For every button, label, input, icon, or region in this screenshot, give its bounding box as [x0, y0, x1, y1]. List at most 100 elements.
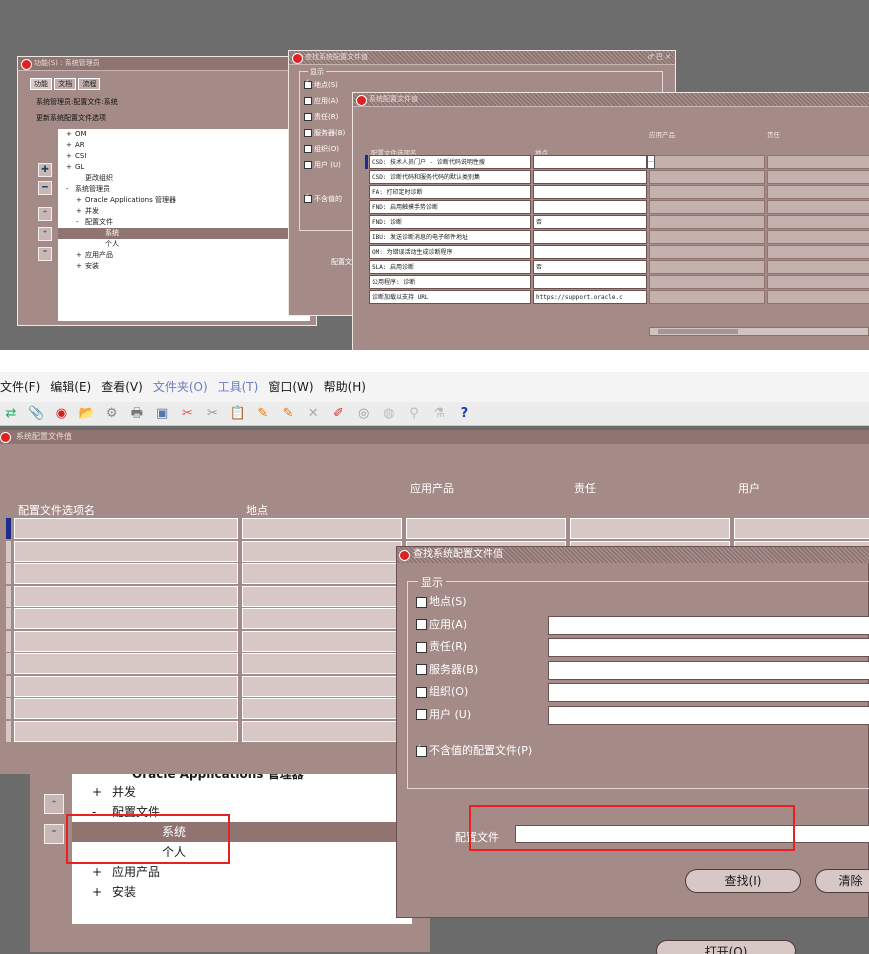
resp-value-cell[interactable]: [767, 185, 869, 199]
collapse-all-icon[interactable]: ⁼: [44, 824, 64, 844]
app-value-cell[interactable]: [649, 215, 765, 229]
tree-node-toggle[interactable]: +: [66, 129, 75, 140]
tree-node-toggle[interactable]: +: [76, 250, 85, 261]
site-value-cell[interactable]: [242, 720, 402, 742]
profile-name-cell[interactable]: [14, 563, 238, 584]
site-value-cell[interactable]: [533, 185, 647, 199]
profile-name-cell[interactable]: [14, 720, 238, 742]
lov-button[interactable]: ...: [647, 155, 655, 169]
filter-value-input[interactable]: [548, 705, 869, 725]
display-checkbox[interactable]: 责任(R): [304, 112, 345, 128]
translate-icon[interactable]: ◍: [381, 406, 397, 422]
display-checkbox[interactable]: 地点(S): [304, 78, 345, 96]
profile-name-cell[interactable]: FND: 启用触摸手势诊断: [369, 200, 531, 214]
tree-node-toggle[interactable]: +: [66, 140, 75, 151]
clear-icon[interactable]: ✎: [255, 406, 271, 422]
app-value-cell[interactable]: [649, 185, 765, 199]
tree-node[interactable]: Oracle Applications 管理器: [72, 774, 412, 782]
tree-node[interactable]: + Oracle Applications 管理器: [58, 195, 310, 206]
app-value-cell[interactable]: [649, 245, 765, 259]
resp-value-cell[interactable]: [767, 260, 869, 274]
tree-node-toggle[interactable]: -: [76, 217, 85, 228]
tree-node-toggle[interactable]: +: [92, 782, 112, 802]
resp-value-cell[interactable]: [570, 518, 730, 539]
app-value-cell[interactable]: [649, 275, 765, 289]
expand-branch-icon[interactable]: ⁺: [38, 207, 52, 221]
profile-name-cell[interactable]: [14, 518, 238, 539]
window-icon[interactable]: ▣: [154, 406, 170, 422]
site-value-cell[interactable]: 否: [533, 215, 647, 229]
folder-icon[interactable]: 📂: [79, 406, 95, 422]
help-icon[interactable]: ?: [456, 406, 472, 422]
expand-all-icon[interactable]: ⁺: [38, 227, 52, 241]
collapse-icon[interactable]: ━: [38, 181, 52, 195]
profile-name-cell[interactable]: [14, 653, 238, 674]
scrollbar-thumb[interactable]: [658, 329, 738, 334]
tree-node[interactable]: + 安装: [72, 882, 412, 902]
row-selector[interactable]: [6, 585, 11, 607]
tree-node[interactable]: + 并发: [72, 782, 412, 802]
tree-node[interactable]: + CSI: [58, 151, 310, 162]
menu-item[interactable]: 查看(V): [101, 380, 143, 394]
tree-node[interactable]: + AR: [58, 140, 310, 151]
zoom-icon[interactable]: ◎: [356, 406, 372, 422]
site-value-cell[interactable]: [242, 563, 402, 584]
row-selector[interactable]: [6, 675, 11, 697]
row-selector[interactable]: [6, 608, 11, 629]
site-value-cell[interactable]: [242, 630, 402, 652]
resp-value-cell[interactable]: [767, 215, 869, 229]
app-value-cell[interactable]: [649, 230, 765, 244]
tree-node[interactable]: + 安装: [58, 261, 310, 272]
site-value-cell[interactable]: [533, 230, 647, 244]
app-value-cell[interactable]: [649, 155, 765, 169]
navigator-icon[interactable]: ◉: [53, 406, 69, 422]
display-checkbox[interactable]: 组织(O): [304, 144, 345, 160]
expand-all-icon[interactable]: ⁺: [44, 794, 64, 814]
tree-node-toggle[interactable]: +: [76, 206, 85, 217]
paperclip-icon[interactable]: 📎: [28, 406, 44, 422]
values-window-bottom-titlebar[interactable]: 系统配置文件值: [0, 430, 869, 444]
profile-name-cell[interactable]: 诊断加载以支持 URL: [369, 290, 531, 304]
expand-icon[interactable]: ✚: [38, 163, 52, 177]
display-checkbox[interactable]: 服务器(B): [304, 128, 345, 144]
clear-button[interactable]: 清除: [815, 869, 869, 893]
menu-item[interactable]: 工具(T): [218, 380, 259, 394]
site-value-cell[interactable]: [242, 540, 402, 562]
profile-name-cell[interactable]: OM: 为错误活动生成诊断程序: [369, 245, 531, 259]
save-icon[interactable]: ⇄: [3, 406, 19, 422]
profile-name-cell[interactable]: FA: 打印定时诊断: [369, 185, 531, 199]
site-value-cell[interactable]: [533, 155, 647, 169]
profile-name-cell[interactable]: [14, 675, 238, 697]
row-selector[interactable]: [6, 630, 11, 652]
tree-node[interactable]: + OM: [58, 129, 310, 140]
user-value-cell[interactable]: [734, 518, 869, 539]
display-checkbox[interactable]: 用户 (U): [304, 160, 345, 176]
display-checkbox[interactable]: 应用(A): [304, 96, 345, 112]
gear-icon[interactable]: ⚙: [104, 406, 120, 422]
find-window-top-titlebar[interactable]: 查找系统配置文件值 ♂ 巴 ✕: [289, 51, 675, 64]
edit-icon[interactable]: ✐: [330, 406, 346, 422]
profile-name-cell[interactable]: FND: 诊断: [369, 215, 531, 229]
filter-value-input[interactable]: [548, 660, 869, 680]
site-value-cell[interactable]: [242, 675, 402, 697]
paste-icon[interactable]: 📋: [230, 406, 246, 422]
horizontal-scrollbar[interactable]: [649, 327, 869, 336]
menu-item[interactable]: 文件(F): [0, 380, 40, 394]
row-selector[interactable]: [6, 540, 11, 562]
filter-value-input[interactable]: [548, 683, 869, 702]
collapse-all-icon[interactable]: ⁼: [38, 247, 52, 261]
tree-node-toggle[interactable]: +: [66, 162, 75, 173]
profile-name-cell[interactable]: CSD: 技术人员门户 - 诊断代码说明性搜: [369, 155, 531, 169]
site-value-cell[interactable]: https://support.oracle.c: [533, 290, 647, 304]
site-value-cell[interactable]: [242, 698, 402, 719]
resp-value-cell[interactable]: [767, 200, 869, 214]
display-checkbox[interactable]: 责任(R): [416, 637, 869, 660]
profile-name-cell[interactable]: SLA: 启用诊断: [369, 260, 531, 274]
display-checkbox[interactable]: 组织(O): [416, 682, 869, 705]
tree-node[interactable]: + 并发: [58, 206, 310, 217]
values-window-top-titlebar[interactable]: 系统配置文件值: [353, 93, 869, 106]
resp-value-cell[interactable]: [767, 155, 869, 169]
new-record-icon[interactable]: ✎: [280, 406, 296, 422]
app-value-cell[interactable]: [649, 170, 765, 184]
delete-icon[interactable]: ✕: [305, 406, 321, 422]
